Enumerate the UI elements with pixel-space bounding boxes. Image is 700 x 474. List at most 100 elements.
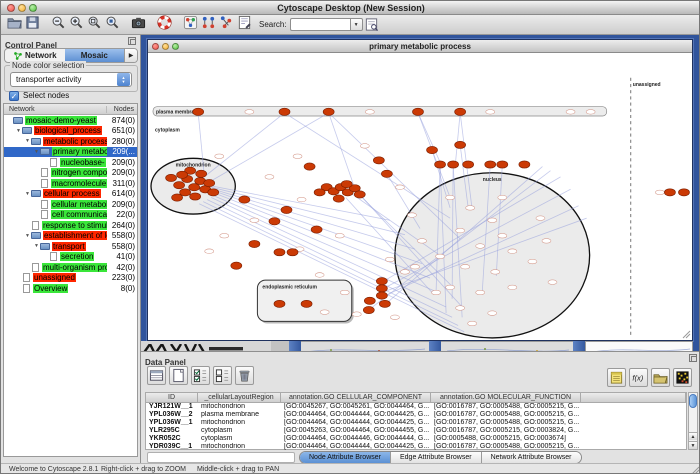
tree-item-cell-communicat[interactable]: cell communicat22(0) — [4, 210, 137, 221]
close-button[interactable] — [7, 4, 15, 12]
expander-icon[interactable]: ▼ — [33, 149, 40, 155]
net-close-button[interactable] — [152, 43, 159, 50]
tree-column-nodes[interactable]: Nodes — [107, 106, 137, 113]
search-settings-icon[interactable] — [363, 16, 381, 34]
snapshot-icon[interactable] — [129, 14, 147, 32]
search-input[interactable] — [290, 18, 350, 31]
new-attribute-icon[interactable] — [169, 366, 188, 385]
minimize-button[interactable] — [18, 4, 26, 12]
open-file-icon[interactable] — [5, 14, 23, 32]
status-zoom-hint: Right-click + drag to ZOOM — [101, 466, 186, 473]
tree-column-network[interactable]: Network — [4, 106, 107, 113]
tab-network-attribute-browser[interactable]: Network Attribute Browser — [481, 452, 581, 463]
select-attributes-icon[interactable] — [191, 366, 210, 385]
tree-item-node-count: 614(0) — [107, 189, 137, 198]
vizmapper-icon[interactable] — [181, 14, 199, 32]
network-node — [250, 218, 259, 223]
table-row[interactable]: YDR039C__1mitochondrion[GO:0044464, GO:0… — [146, 443, 686, 451]
tree-item-transport[interactable]: ▼transport558(0) — [4, 241, 137, 252]
network-window-title: primary metabolic process — [148, 40, 692, 53]
tab-edge-attribute-browser[interactable]: Edge Attribute Browser — [390, 452, 481, 463]
window-resize-grip-icon[interactable] — [682, 330, 691, 339]
column-header[interactable]: _cellularLayoutRegion — [198, 393, 281, 403]
tree-item-biological-process[interactable]: ▼biological_process651(0) — [4, 126, 137, 137]
import-table-icon[interactable] — [651, 368, 670, 387]
tree-item-nucleobase-[interactable]: nucleobase-209(0) — [4, 157, 137, 168]
tree-item-cellular-metabol[interactable]: cellular metabol209(0) — [4, 199, 137, 210]
tree-item-cellular-process[interactable]: ▼cellular process614(0) — [4, 189, 137, 200]
tabs-overflow-arrow-icon[interactable]: ▶ — [124, 49, 137, 62]
table-row[interactable]: YPL036W__1mitochondrion[GO:0044464, GO:0… — [146, 419, 686, 427]
delete-attribute-icon[interactable] — [235, 366, 254, 385]
app-resize-grip-icon[interactable] — [691, 466, 700, 474]
table-row[interactable]: YPL036W__2plasma membrane[GO:0044464, GO… — [146, 411, 686, 419]
tree-item-multi-organism-pro[interactable]: multi-organism pro42(0) — [4, 262, 137, 273]
zoom-window-button[interactable] — [29, 4, 37, 12]
tree-item-overview[interactable]: Overview8(0) — [4, 283, 137, 294]
float-panel-icon[interactable] — [128, 37, 136, 45]
network-node — [461, 264, 470, 269]
select-nodes-checkbox[interactable]: ✓ — [9, 91, 19, 101]
expander-icon[interactable]: ▼ — [24, 233, 31, 239]
expander-icon[interactable]: ▼ — [33, 243, 40, 249]
float-data-panel-icon[interactable] — [689, 354, 697, 362]
table-row[interactable]: YJR121W__1mitochondrion[GO:0045267, GO:0… — [146, 403, 686, 411]
network-node-selected — [174, 182, 185, 189]
formula-icon[interactable]: f(x) — [629, 368, 648, 387]
network-canvas[interactable]: plasma membranecytoplasmmitochondrionnuc… — [149, 53, 691, 339]
zoom-in-icon[interactable] — [67, 14, 85, 32]
scroll-down-icon[interactable]: ▼ — [689, 441, 697, 449]
matrix-icon[interactable] — [673, 368, 692, 387]
layout-edges-icon[interactable] — [217, 14, 235, 32]
tree-item-establishment-of-lo[interactable]: ▼establishment of lo558(0) — [4, 231, 137, 242]
tree-item-primary-metabol[interactable]: ▼primary metabol209(... — [4, 147, 137, 158]
tree-item-metabolic-process[interactable]: ▼metabolic process280(0) — [4, 136, 137, 147]
column-header[interactable]: ID — [146, 393, 198, 403]
zoom-selected-icon[interactable] — [103, 14, 121, 32]
zoom-fit-icon[interactable] — [85, 14, 103, 32]
tree-item-nitrogen-compo[interactable]: nitrogen compo209(0) — [4, 168, 137, 179]
node-color-dropdown-value: transporter activity — [11, 75, 117, 84]
save-session-icon[interactable] — [23, 14, 41, 32]
tree-item-unassigned[interactable]: unassigned223(0) — [4, 273, 137, 284]
network-edge — [204, 113, 284, 177]
network-node-selected — [364, 297, 375, 304]
network-node-selected — [463, 161, 474, 168]
tree-item-secretion[interactable]: secretion41(0) — [4, 252, 137, 263]
expander-icon[interactable]: ▼ — [24, 191, 31, 197]
network-node — [205, 249, 214, 254]
tree-item-response-to-stimulu[interactable]: response to stimulu264(0) — [4, 220, 137, 231]
node-color-dropdown[interactable]: transporter activity ▲▼ — [10, 72, 132, 87]
network-window-titlebar[interactable]: primary metabolic process — [148, 40, 692, 53]
annotation-icon[interactable] — [235, 14, 253, 32]
net-zoom-button[interactable] — [172, 43, 179, 50]
expander-icon[interactable]: ▼ — [24, 138, 31, 144]
tab-node-attribute-browser[interactable]: Node Attribute Browser — [300, 452, 390, 463]
tree-header: Network Nodes — [4, 104, 137, 115]
attribute-grid-icon[interactable] — [147, 366, 166, 385]
table-cell: [GO:0044464, GO:0044446, GO:0044444, G..… — [281, 435, 431, 443]
tree-item-mosaic-demo-yeast[interactable]: mosaic-demo-yeast874(0) — [4, 115, 137, 126]
tree-item-label: response to stimulu — [42, 221, 107, 230]
column-header[interactable]: annotation.GO MOLECULAR_FUNCTION — [431, 393, 581, 403]
expander-icon[interactable]: ▼ — [15, 128, 22, 134]
page-icon — [41, 210, 48, 219]
table-cell: YKR052C — [146, 435, 198, 443]
table-row[interactable]: YLR295Ccytoplasm[GO:0045263, GO:0044464,… — [146, 427, 686, 435]
network-node — [335, 233, 344, 238]
table-scrollbar[interactable]: ▲ ▼ — [688, 392, 698, 450]
search-dropdown-arrow-icon[interactable]: ▼ — [350, 18, 363, 31]
notepad-icon[interactable] — [607, 368, 626, 387]
table-row[interactable]: YKR052Ccytoplasm[GO:0044464, GO:0044446,… — [146, 435, 686, 443]
network-node — [407, 213, 416, 218]
scroll-up-icon[interactable]: ▲ — [689, 432, 697, 440]
network-node — [297, 197, 306, 202]
unselect-attributes-icon[interactable] — [213, 366, 232, 385]
column-header[interactable]: annotation.GO CELLULAR_COMPONENT — [281, 393, 431, 403]
net-minimize-button[interactable] — [162, 43, 169, 50]
zoom-out-icon[interactable] — [49, 14, 67, 32]
layout-nodes-icon[interactable] — [199, 14, 217, 32]
tree-item-macromolecule[interactable]: macromolecule311(0) — [4, 178, 137, 189]
help-icon[interactable] — [155, 14, 173, 32]
scrollbar-thumb[interactable] — [689, 394, 697, 408]
